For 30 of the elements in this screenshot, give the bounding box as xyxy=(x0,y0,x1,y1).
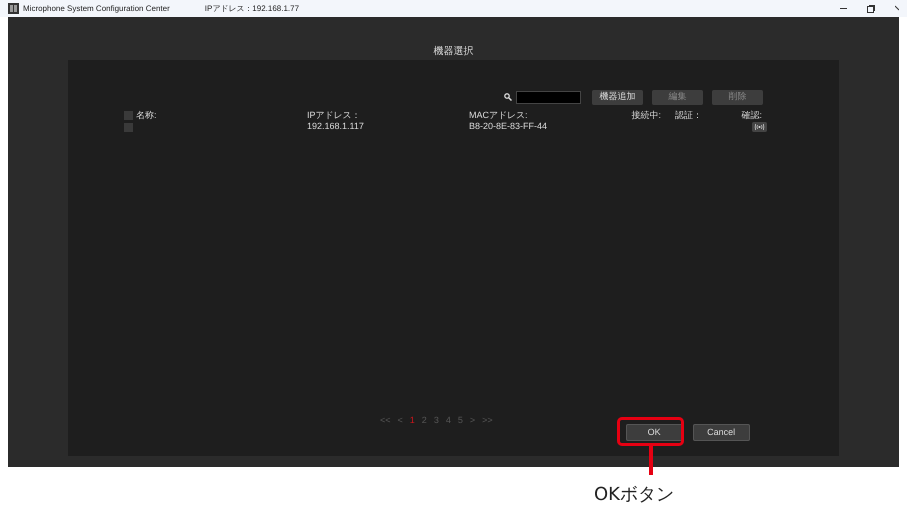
column-header: 確認: xyxy=(740,108,762,122)
checkbox[interactable] xyxy=(124,122,133,132)
page-link[interactable]: < xyxy=(398,414,403,428)
column-header: MACアドレス: xyxy=(469,108,528,122)
column-header: 名称: xyxy=(136,108,158,122)
ip-address-label: IPアドレス：192.168.1.77 xyxy=(204,2,300,14)
column-header: 認証： xyxy=(675,108,703,122)
table-cell-text: 192.168.1.117 xyxy=(307,120,365,134)
highlight-frame xyxy=(617,417,684,446)
restore-icon[interactable] xyxy=(867,4,875,12)
callout-label: OKボタン xyxy=(594,483,674,507)
page-link[interactable]: > xyxy=(470,414,476,428)
page-link[interactable]: >> xyxy=(482,414,493,428)
page-link[interactable]: << xyxy=(380,414,391,428)
search-icon xyxy=(504,93,512,101)
checkbox[interactable] xyxy=(124,111,133,120)
dialog-title: 機器選択 xyxy=(434,44,474,58)
column-header: IPアドレス： xyxy=(307,108,362,122)
toolbar-button[interactable]: 機器追加 xyxy=(592,90,643,104)
minimize-icon[interactable] xyxy=(840,8,847,10)
page-link[interactable]: 1 xyxy=(410,414,415,428)
dialog-button[interactable]: OK xyxy=(626,424,683,441)
app-icon xyxy=(8,3,19,14)
close-icon[interactable] xyxy=(895,4,899,12)
dialog-button[interactable]: Cancel xyxy=(692,424,750,441)
window-title: Microphone System Configuration Center xyxy=(23,2,170,14)
signal-icon[interactable] xyxy=(752,122,767,132)
column-header: 接続中: xyxy=(630,108,661,122)
table-cell-text: B8-20-8E-83-FF-44 xyxy=(469,120,548,134)
search-field[interactable] xyxy=(516,90,581,104)
